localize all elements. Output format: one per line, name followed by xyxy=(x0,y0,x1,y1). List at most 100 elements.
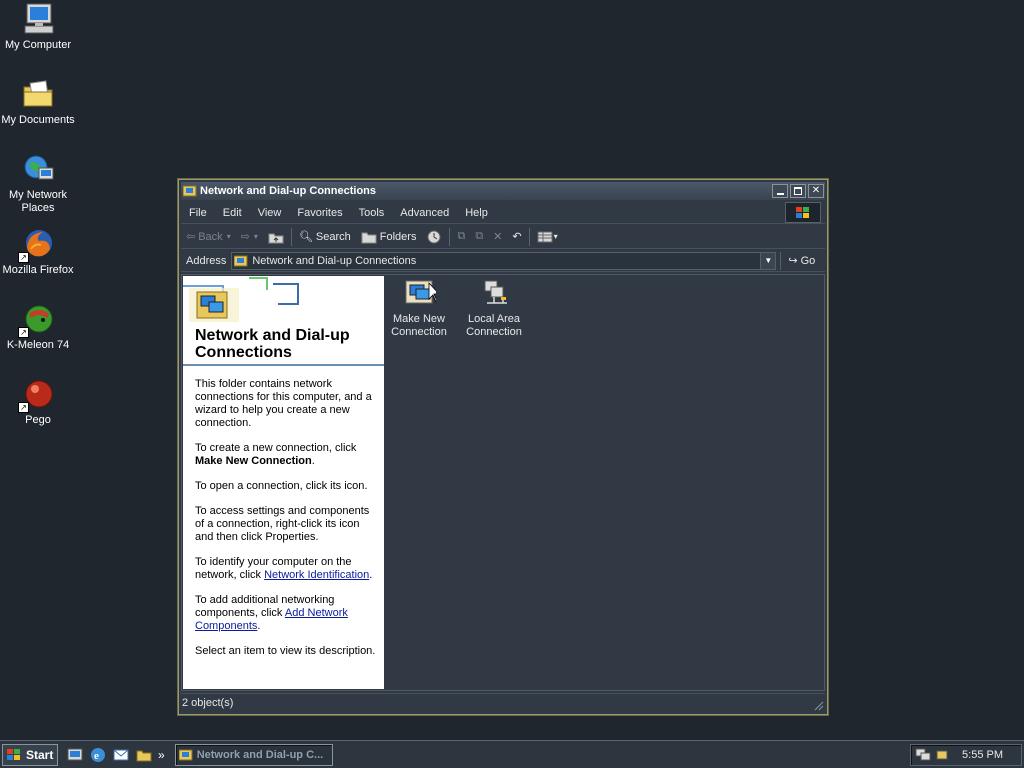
shortcut-arrow-icon: ↗ xyxy=(18,252,29,263)
network-tray-icon[interactable] xyxy=(915,747,933,763)
description-paragraph: This folder contains network connections… xyxy=(195,378,372,429)
local-area-connection-icon xyxy=(477,277,511,311)
taskbar-window-button[interactable]: Network and Dial-up C... xyxy=(174,743,333,766)
start-button[interactable]: Start xyxy=(2,743,58,766)
history-icon xyxy=(427,230,441,243)
menu-help[interactable]: Help xyxy=(457,207,496,219)
minimize-button[interactable] xyxy=(772,184,788,198)
search-icon: 🔍︎ xyxy=(298,231,313,243)
menu-tools[interactable]: Tools xyxy=(351,207,393,219)
status-text: 2 object(s) xyxy=(182,697,234,709)
resize-grip-icon[interactable] xyxy=(812,699,824,711)
menu-bar: File Edit View Favorites Tools Advanced … xyxy=(181,202,825,224)
make-new-connection-text: Make New Connection xyxy=(195,455,312,467)
back-label: Back xyxy=(198,230,223,243)
explorer-window: Network and Dial-up Connections ✕ File E… xyxy=(177,178,829,716)
title-bar[interactable]: Network and Dial-up Connections ✕ xyxy=(181,182,825,200)
copy-to-button[interactable]: ⧉ xyxy=(470,227,488,247)
forward-button[interactable]: ⇨ ▾ xyxy=(236,227,263,247)
shortcut-arrow-icon: ↗ xyxy=(18,327,29,338)
chevron-more-icon[interactable]: » xyxy=(158,748,165,762)
status-bar: 2 object(s) xyxy=(181,693,825,712)
maximize-button[interactable] xyxy=(790,184,806,198)
folder-banner: Network and Dial-up Connections xyxy=(183,276,384,366)
desktop-icon-label: Pego xyxy=(25,414,51,426)
search-label: Search xyxy=(315,230,351,243)
menu-view[interactable]: View xyxy=(250,207,290,219)
folders-icon xyxy=(361,232,377,243)
desktop-icon-label: K-Meleon 74 xyxy=(6,339,70,351)
menu-advanced[interactable]: Advanced xyxy=(392,207,457,219)
clock[interactable]: 5:55 PM xyxy=(962,749,1003,761)
address-label: Address xyxy=(186,254,227,267)
text-span: . xyxy=(369,569,373,581)
address-bar: Address Network and Dial-up Connections … xyxy=(181,250,825,272)
internet-explorer-icon[interactable]: e xyxy=(89,746,107,764)
toolbar-separator xyxy=(528,227,530,246)
system-tray: 5:55 PM xyxy=(910,744,1022,766)
address-input[interactable]: Network and Dial-up Connections ▼ xyxy=(231,251,777,270)
description-paragraph: To create a new connection, click Make N… xyxy=(195,442,378,468)
folders-label: Folders xyxy=(379,230,417,243)
delete-button[interactable]: ✕ xyxy=(488,227,507,247)
make-new-connection-icon xyxy=(402,277,440,311)
text-span: . xyxy=(311,455,315,467)
pego-icon: ↗ xyxy=(18,377,55,413)
go-button[interactable]: ↪ Go xyxy=(780,251,822,270)
show-desktop-icon[interactable] xyxy=(66,746,84,764)
search-button[interactable]: 🔍︎ Search xyxy=(294,227,356,247)
views-button[interactable]: ▾ xyxy=(532,227,563,247)
go-arrow-icon: ↪ xyxy=(788,255,798,267)
history-button[interactable] xyxy=(421,227,447,247)
desktop-icon-pego[interactable]: ↗ Pego xyxy=(0,377,76,427)
desktop-icon-k-meleon[interactable]: ↗ K-Meleon 74 xyxy=(0,302,76,352)
up-folder-button[interactable] xyxy=(263,227,289,247)
move-to-button[interactable]: ⧉ xyxy=(452,227,470,247)
chevron-down-icon: ▼ xyxy=(764,256,773,265)
forward-dropdown-icon: ▾ xyxy=(253,232,258,241)
go-label: Go xyxy=(800,254,816,267)
outlook-express-icon[interactable] xyxy=(112,746,130,764)
desktop-icon-my-network-places[interactable]: My Network Places xyxy=(0,152,76,215)
menu-edit[interactable]: Edit xyxy=(215,207,250,219)
make-new-connection-item[interactable]: Make New Connection xyxy=(384,277,454,339)
windows-logo-icon xyxy=(785,202,821,223)
delete-icon: ✕ xyxy=(493,231,503,243)
menu-favorites[interactable]: Favorites xyxy=(289,207,350,219)
folders-button[interactable]: Folders xyxy=(356,227,422,247)
volume-tray-icon[interactable] xyxy=(935,747,949,763)
address-dropdown-button[interactable]: ▼ xyxy=(760,252,776,269)
content-area: Network and Dial-up Connections This fol… xyxy=(181,274,825,691)
undo-button[interactable]: ↶ xyxy=(507,227,526,247)
text-span: . xyxy=(257,620,261,632)
description-paragraph: Select an item to view its description. xyxy=(195,645,376,657)
back-button[interactable]: ⇦ Back ▾ xyxy=(181,227,236,247)
description-paragraph: To identify your computer on the network… xyxy=(195,556,378,582)
desktop-icon-my-computer[interactable]: My Computer xyxy=(0,2,76,52)
description-paragraph: To open a connection, click its icon. xyxy=(195,480,368,492)
desktop-icon-mozilla-firefox[interactable]: ↗ Mozilla Firefox xyxy=(0,227,76,277)
up-folder-icon xyxy=(268,233,284,243)
item-label: Make New Connection xyxy=(391,313,447,338)
start-label: Start xyxy=(26,747,54,762)
network-places-icon xyxy=(21,152,55,186)
folder-description: This folder contains network connections… xyxy=(183,366,384,658)
menu-file[interactable]: File xyxy=(181,207,215,219)
svg-text:e: e xyxy=(94,750,99,762)
k-meleon-icon: ↗ xyxy=(18,302,55,338)
maximize-icon xyxy=(794,187,802,195)
address-value: Network and Dial-up Connections xyxy=(252,254,417,267)
firefox-icon: ↗ xyxy=(18,227,55,263)
explorer-icon[interactable] xyxy=(135,746,153,764)
description-paragraph: To access settings and components of a c… xyxy=(195,505,370,543)
description-paragraph: To add additional networking components,… xyxy=(195,594,378,633)
forward-arrow-icon: ⇨ xyxy=(240,231,250,243)
local-area-connection-item[interactable]: Local Area Connection xyxy=(459,277,529,339)
desktop-icon-my-documents[interactable]: My Documents xyxy=(0,77,76,127)
views-dropdown-icon: ▾ xyxy=(553,232,558,241)
close-button[interactable]: ✕ xyxy=(808,184,824,198)
network-identification-link[interactable]: Network Identification xyxy=(264,569,369,581)
network-connections-icon xyxy=(178,749,193,760)
toolbar-separator xyxy=(290,227,292,246)
taskbar-window-label: Network and Dial-up C... xyxy=(196,748,324,761)
